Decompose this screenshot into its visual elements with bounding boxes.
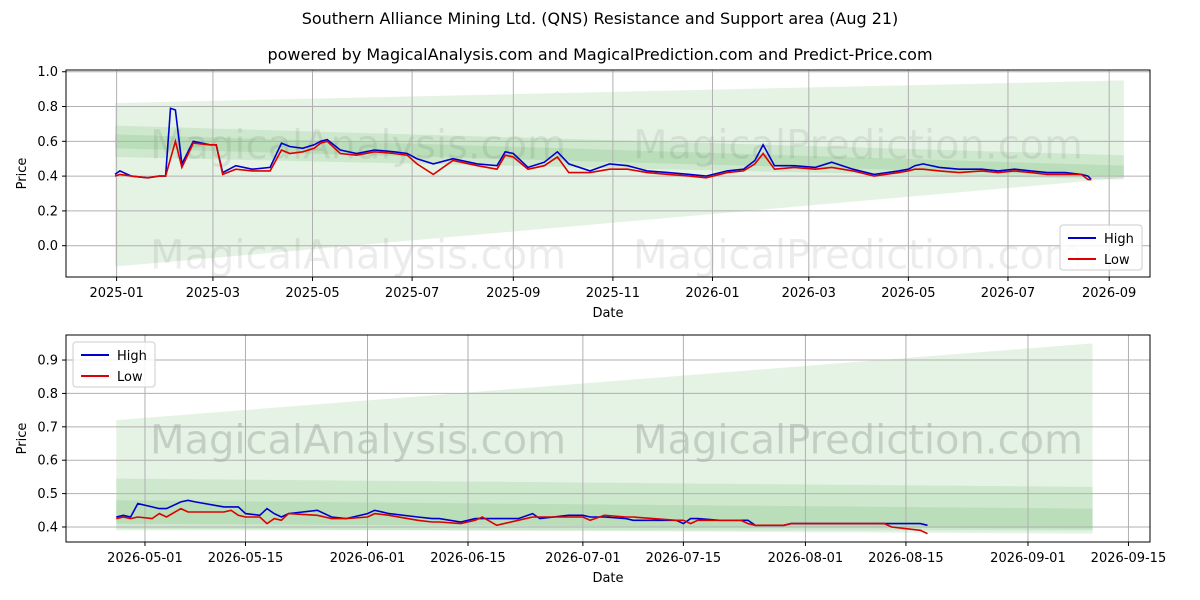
watermark-text: MagicalAnalysis.com <box>150 233 566 279</box>
watermark-text: MagicalPrediction.com <box>633 418 1083 464</box>
watermark-text: MagicalAnalysis.com <box>150 418 566 464</box>
y-tick-label: 1.0 <box>37 65 58 80</box>
y-tick-label: 0.7 <box>37 420 58 435</box>
y-tick-label: 0.4 <box>37 520 58 535</box>
y-tick-label: 0.8 <box>37 387 58 402</box>
y-tick-label: 0.5 <box>37 487 58 502</box>
legend-label-low: Low <box>1104 253 1130 268</box>
y-tick-label: 0.2 <box>37 204 58 219</box>
x-tick-label: 2025-07 <box>385 286 439 301</box>
x-tick-label: 2026-05 <box>881 286 935 301</box>
x-tick-label: 2026-05-01 <box>107 551 183 566</box>
legend-label-high: High <box>1104 232 1134 247</box>
watermark-text: MagicalPrediction.com <box>633 123 1083 169</box>
x-tick-label: 2025-01 <box>89 286 143 301</box>
y-tick-label: 0.6 <box>37 135 58 150</box>
x-tick-label: 2026-07-15 <box>646 551 722 566</box>
x-tick-label: 2026-07 <box>981 286 1035 301</box>
y-axis-label: Price <box>15 158 30 190</box>
x-tick-label: 2026-08-15 <box>868 551 944 566</box>
charts-canvas: MagicalAnalysis.com MagicalPrediction.com… <box>15 65 1167 586</box>
x-tick-label: 2026-07-01 <box>545 551 621 566</box>
x-tick-label: 2025-03 <box>186 286 240 301</box>
x-tick-label: 2025-09 <box>486 286 540 301</box>
x-tick-label: 2026-09-15 <box>1091 551 1167 566</box>
x-axis-label: Date <box>592 571 623 586</box>
y-tick-label: 0.0 <box>37 239 58 254</box>
y-tick-label: 0.8 <box>37 100 58 115</box>
legend-label-high: High <box>117 349 147 364</box>
legend-label-low: Low <box>117 370 143 385</box>
x-tick-label: 2026-09 <box>1082 286 1136 301</box>
x-tick-label: 2026-03 <box>782 286 836 301</box>
watermark-text: MagicalPrediction.com <box>633 233 1083 279</box>
y-axis-label: Price <box>15 423 30 455</box>
x-tick-label: 2025-05 <box>285 286 339 301</box>
y-tick-label: 0.6 <box>37 454 58 469</box>
y-tick-label: 0.4 <box>37 170 58 185</box>
x-axis-label: Date <box>592 306 623 321</box>
x-tick-label: 2026-06-15 <box>430 551 506 566</box>
x-tick-label: 2026-08-01 <box>768 551 844 566</box>
x-tick-label: 2026-01 <box>685 286 739 301</box>
x-tick-label: 2026-05-15 <box>208 551 284 566</box>
x-tick-label: 2026-06-01 <box>330 551 406 566</box>
y-tick-label: 0.9 <box>37 354 58 369</box>
x-tick-label: 2025-11 <box>586 286 640 301</box>
x-tick-label: 2026-09-01 <box>990 551 1066 566</box>
